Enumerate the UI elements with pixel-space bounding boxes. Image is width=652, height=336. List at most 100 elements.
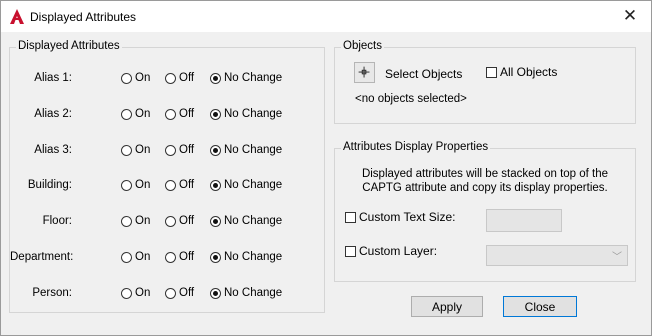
description-line-2: CAPTG attribute and copy its display pro… [362,182,608,194]
select-objects-button[interactable] [354,62,375,83]
properties-description: Displayed attributes will be stacked on … [335,167,635,195]
row-label: Person: [32,287,72,299]
objects-group-label: Objects [341,40,384,52]
radio-circle[interactable] [121,108,132,120]
radio-label: On [135,251,151,263]
radio-no-change[interactable]: No Change [210,144,282,156]
radio-label: No Change [224,215,283,227]
objects-group: Objects Select Objects All Objects <no o… [334,40,636,124]
radio-circle[interactable] [165,72,176,84]
radio-on[interactable]: On [121,251,150,263]
all-objects-checkbox[interactable]: All Objects [486,65,557,79]
radio-circle[interactable] [210,287,221,299]
radio-circle[interactable] [165,179,176,191]
custom-text-size-checkbox-box[interactable] [345,211,356,223]
radio-label: Off [179,144,195,156]
select-objects-label: Select Objects [385,67,463,81]
radio-circle[interactable] [121,179,132,191]
radio-label: On [135,215,151,227]
row-label: Floor: [42,215,72,227]
radio-on[interactable]: On [121,72,150,84]
radio-label: Off [179,287,195,299]
radio-circle[interactable] [165,108,176,120]
radio-circle[interactable] [121,72,132,84]
displayed-attributes-group-label: Displayed Attributes [16,40,122,52]
apply-button[interactable]: Apply [411,296,483,317]
radio-label: Off [179,251,195,263]
attributes-display-properties-group: Attributes Display Properties Displayed … [334,141,636,282]
radio-off[interactable]: Off [165,72,194,84]
radio-no-change[interactable]: No Change [210,251,282,263]
radio-circle[interactable] [210,72,221,84]
radio-circle[interactable] [210,215,221,227]
title-bar[interactable]: Displayed Attributes ✕ [1,1,651,32]
radio-on[interactable]: On [121,287,150,299]
radio-circle[interactable] [165,215,176,227]
all-objects-label: All Objects [500,65,558,79]
radio-label: No Change [224,144,283,156]
all-objects-checkbox-box[interactable] [486,66,497,78]
radio-label: No Change [224,179,283,191]
radio-on[interactable]: On [121,179,150,191]
radio-off[interactable]: Off [165,108,194,120]
row-label: Building: [27,179,72,191]
radio-label: Off [179,108,195,120]
radio-circle[interactable] [121,251,132,263]
radio-on[interactable]: On [121,215,150,227]
radio-circle[interactable] [165,144,176,156]
radio-label: No Change [224,287,283,299]
row-label: Alias 2: [34,108,72,120]
dialog-window: Displayed Attributes ✕ Displayed Attribu… [0,0,652,336]
custom-text-size-checkbox[interactable]: Custom Text Size: [345,210,455,224]
radio-label: No Change [224,72,283,84]
radio-label: On [135,108,151,120]
window-title: Displayed Attributes [30,10,137,24]
radio-circle[interactable] [121,215,132,227]
radio-label: No Change [224,251,283,263]
description-line-1: Displayed attributes will be stacked on … [361,168,609,180]
crosshair-icon [358,66,370,78]
radio-label: Off [179,72,195,84]
radio-on[interactable]: On [121,144,150,156]
radio-on[interactable]: On [121,108,150,120]
radio-circle[interactable] [210,251,221,263]
radio-circle[interactable] [165,287,176,299]
radio-off[interactable]: Off [165,144,194,156]
close-button[interactable]: Close [503,296,577,317]
radio-off[interactable]: Off [165,179,194,191]
selection-status: <no objects selected> [355,93,467,105]
radio-no-change[interactable]: No Change [210,215,282,227]
displayed-attributes-group: Displayed Attributes Alias 1: On Off No Cha… [9,40,325,313]
autocad-logo-icon [10,9,24,24]
custom-layer-checkbox-box[interactable] [345,245,356,257]
custom-text-size-label: Custom Text Size: [359,210,456,224]
radio-off[interactable]: Off [165,251,194,263]
custom-layer-checkbox[interactable]: Custom Layer: [345,244,437,258]
radio-circle[interactable] [165,251,176,263]
attributes-display-properties-label: Attributes Display Properties [341,141,491,153]
radio-no-change[interactable]: No Change [210,179,282,191]
radio-label: On [135,144,151,156]
close-window-icon[interactable]: ✕ [621,7,639,25]
radio-circle[interactable] [210,144,221,156]
radio-no-change[interactable]: No Change [210,108,282,120]
radio-label: On [135,287,151,299]
radio-circle[interactable] [121,287,132,299]
custom-layer-label: Custom Layer: [359,244,438,258]
radio-label: Off [179,179,195,191]
radio-label: No Change [224,108,283,120]
radio-off[interactable]: Off [165,215,194,227]
custom-layer-dropdown[interactable]: ﹀ [486,245,628,266]
radio-label: On [135,72,151,84]
radio-no-change[interactable]: No Change [210,72,282,84]
radio-circle[interactable] [210,179,221,191]
radio-circle[interactable] [121,144,132,156]
radio-label: Off [179,215,195,227]
row-label: Alias 1: [34,72,72,84]
radio-circle[interactable] [210,108,221,120]
radio-no-change[interactable]: No Change [210,287,282,299]
custom-text-size-input[interactable] [486,209,562,232]
radio-label: On [135,179,151,191]
row-label: Alias 3: [34,144,72,156]
radio-off[interactable]: Off [165,287,194,299]
